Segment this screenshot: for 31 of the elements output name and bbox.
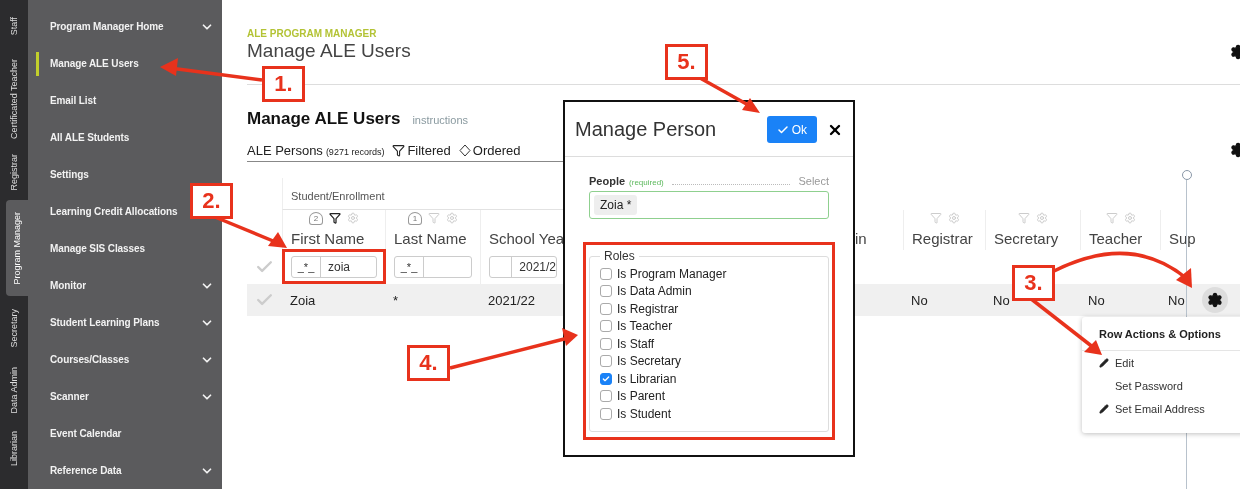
section-title: Manage ALE Users [247, 109, 401, 129]
dialog-title: Manage Person [575, 118, 718, 141]
people-label: People [589, 175, 626, 187]
step-label: 5. [665, 44, 708, 80]
role-label: Is Secretary [617, 354, 682, 369]
step-label: 2. [190, 183, 233, 219]
table-cell-text: No [992, 291, 1011, 310]
role-label: Is Student [617, 406, 672, 421]
list-name: ALE Persons [247, 143, 323, 158]
role-label: Is Data Admin [617, 284, 692, 299]
required-hint: (required) [629, 178, 664, 187]
record-count: (9271 records) [325, 147, 385, 157]
step-label: 3. [1012, 265, 1055, 301]
role-label: Is Librarian [617, 371, 677, 386]
table-cell-text: Zoia [289, 291, 317, 310]
role-label: Is Staff [617, 336, 655, 351]
role-label: Is Teacher [617, 319, 673, 334]
step-label: 4. [407, 345, 450, 381]
table-cell-text: * [392, 291, 400, 310]
page-title: Manage ALE Users [247, 40, 411, 62]
step-label: 1. [262, 66, 305, 102]
role-label: Is Parent [617, 389, 666, 404]
role-label: Is Registrar [617, 301, 679, 316]
group-header: Student/Enrollment [282, 178, 563, 210]
roles-legend: Roles [600, 249, 639, 263]
table-cell-text: No [1087, 291, 1106, 310]
page-eyebrow: ALE PROGRAM MANAGER [247, 28, 377, 39]
table-cell-text: No [910, 291, 929, 310]
table-cell-text: No [1167, 291, 1186, 310]
table-cell-text: 2021/22 [487, 291, 536, 310]
role-label: Is Program Manager [617, 266, 727, 281]
